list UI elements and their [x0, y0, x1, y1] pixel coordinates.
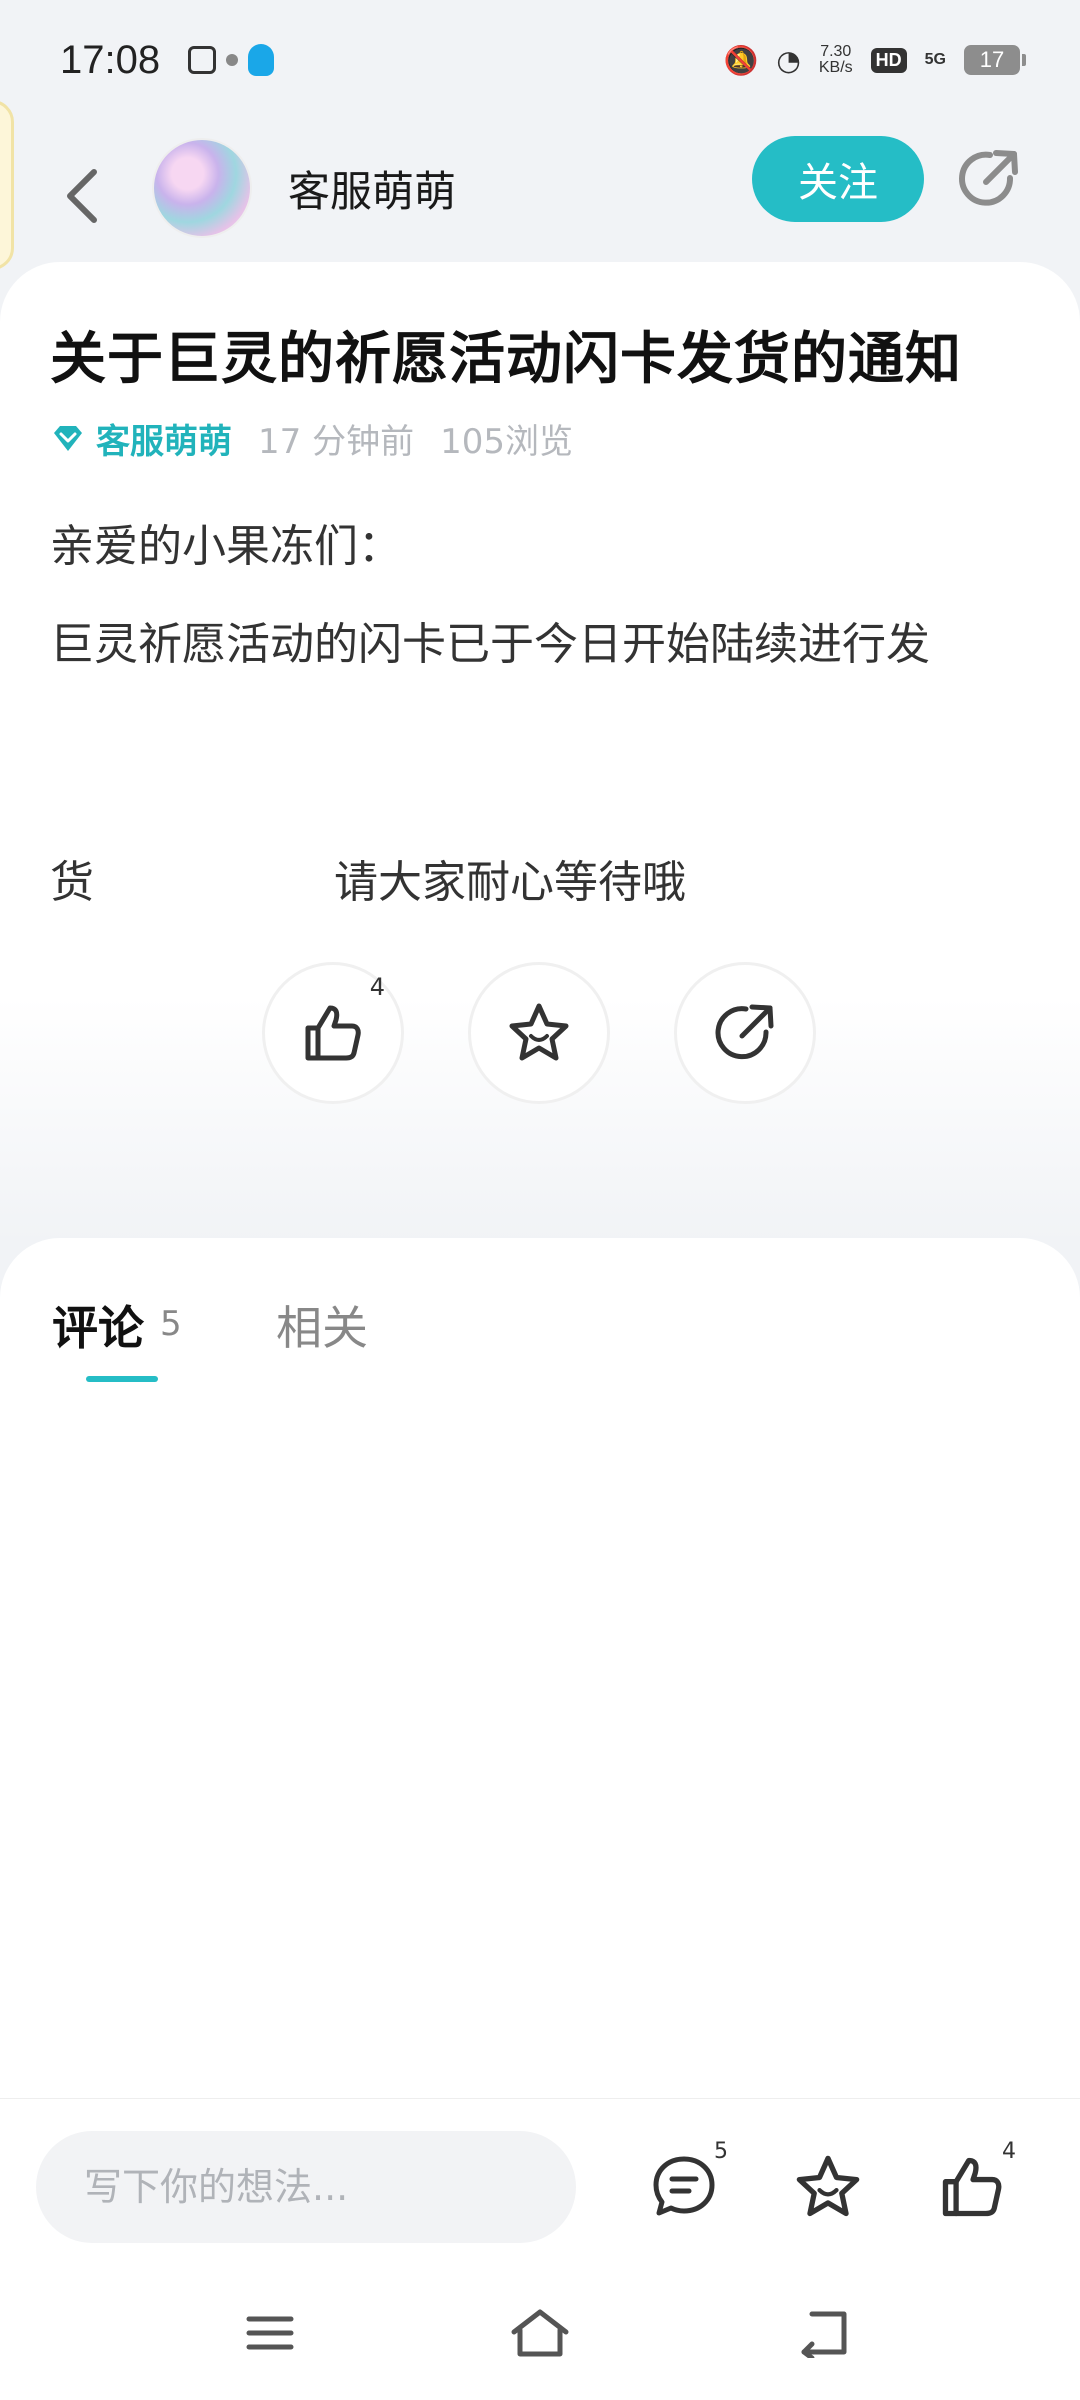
meta-time: 17 分钟前	[258, 422, 415, 462]
status-right: 🔕 ◔ 7.30 KB/s HD 5G 17	[723, 0, 1026, 120]
diamond-icon	[54, 425, 82, 451]
article-title: 关于巨灵的祈愿活动闪卡发货的通知	[50, 327, 962, 392]
share-icon	[715, 1004, 774, 1060]
content-greeting: 亲爱的小果冻们：	[50, 521, 402, 572]
qq-icon	[248, 44, 275, 76]
like-count: 4	[369, 973, 385, 1001]
favorite-icon	[796, 2155, 860, 2217]
comment-panel: 评论 5 相关	[0, 1238, 1080, 2098]
menu-button[interactable]	[230, 2298, 310, 2368]
status-bar: 17:08 🔕 ◔ 7.30 KB/s HD 5G 17	[0, 0, 1080, 120]
author-name[interactable]: 客服萌萌	[288, 158, 456, 219]
comment-input[interactable]	[36, 2131, 576, 2243]
battery-indicator: 17	[964, 45, 1026, 75]
app-notification-icon	[188, 46, 217, 74]
favorite-button[interactable]	[468, 962, 610, 1104]
meta-views: 105浏览	[440, 422, 573, 462]
like-button[interactable]: 4	[262, 962, 404, 1104]
meta-author[interactable]: 客服萌萌	[96, 414, 232, 463]
status-time: 17:08	[60, 37, 161, 82]
comment-count: 5	[714, 2139, 728, 2164]
speedometer-icon: ◔	[776, 43, 801, 77]
return-button[interactable]	[785, 2298, 865, 2368]
header: 客服萌萌 关注	[0, 120, 1080, 270]
like-icon	[305, 1005, 361, 1061]
bottom-action-bar: 5 4	[0, 2098, 1080, 2258]
favorite-button[interactable]	[780, 2139, 876, 2235]
menu-icon	[246, 2316, 294, 2350]
system-nav-bar	[0, 2258, 1080, 2400]
tab-comments-count: 5	[160, 1304, 182, 1344]
share-button[interactable]	[956, 146, 1022, 212]
favorite-icon	[509, 1003, 569, 1061]
tab-related[interactable]: 相关	[276, 1292, 368, 1358]
article-meta: 客服萌萌 17 分钟前 105浏览	[50, 414, 573, 463]
content-line: 货	[50, 857, 94, 908]
mute-bell-icon: 🔕	[723, 43, 759, 77]
signal-5g: 5G	[924, 51, 946, 68]
home-icon	[511, 2309, 569, 2357]
follow-button[interactable]: 关注	[752, 136, 924, 222]
like-count: 4	[1002, 2139, 1016, 2164]
article-card: 关于巨灵的祈愿活动闪卡发货的通知 客服萌萌 17 分钟前 105浏览 亲爱的小果…	[0, 262, 1080, 1242]
notification-icons	[188, 44, 275, 76]
hd-badge: HD	[870, 47, 907, 73]
net-speed-unit: KB/s	[818, 59, 853, 76]
avatar[interactable]	[152, 138, 252, 238]
share-icon	[959, 150, 1018, 206]
dot-icon	[226, 54, 239, 66]
tab-comments[interactable]: 评论	[52, 1292, 144, 1358]
comment-icon	[653, 2156, 715, 2216]
back-button[interactable]	[52, 156, 112, 236]
active-tab-indicator	[86, 1376, 158, 1382]
net-speed: 7.30 KB/s	[819, 44, 853, 76]
share-button[interactable]	[674, 962, 816, 1104]
article-actions: 4	[262, 962, 816, 1104]
net-speed-value: 7.30	[820, 43, 852, 60]
back-icon	[67, 169, 97, 223]
like-icon	[942, 2157, 1002, 2217]
content-line: 巨灵祈愿活动的闪卡已于今日开始陆续进行发	[50, 619, 930, 670]
return-icon	[801, 2311, 847, 2358]
content-line: 请大家耐心等待哦	[334, 857, 686, 908]
home-button[interactable]	[500, 2298, 580, 2368]
